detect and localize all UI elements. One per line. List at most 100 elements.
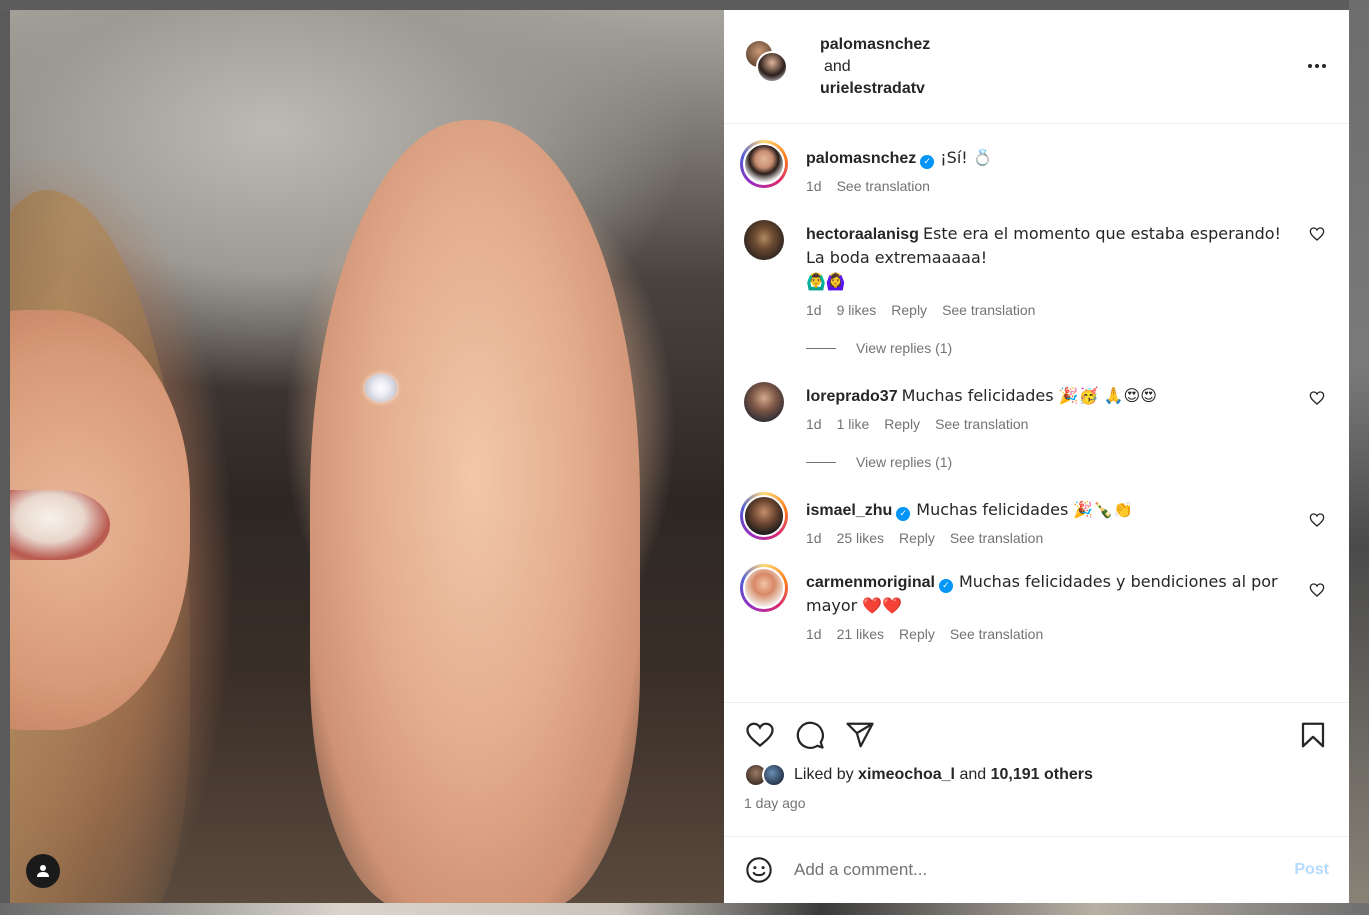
bookmark-icon: [1301, 722, 1325, 748]
photo-hand: [310, 120, 640, 903]
view-replies-label: View replies (1): [856, 454, 953, 470]
caption: palomasnchez ✓ ¡Sí! 💍 1d See translation: [740, 140, 1329, 194]
caption-time[interactable]: 1d: [806, 178, 822, 194]
user-tag-icon: [37, 865, 49, 877]
comment-input[interactable]: [794, 860, 1295, 880]
more-horizontal-icon: [1308, 64, 1312, 68]
caption-text-row: palomasnchez ✓ ¡Sí! 💍: [806, 140, 1289, 170]
comment-body: ismael_zhu ✓ Muchas felicidades 🎉🍾👏 1d 25 …: [806, 492, 1329, 546]
more-dot: [1315, 64, 1319, 68]
comment-username[interactable]: loreprado37: [806, 388, 898, 405]
paper-plane-icon: [846, 722, 874, 748]
avatar[interactable]: [744, 382, 784, 422]
comment-meta: 1d 1 like Reply See translation: [806, 416, 1289, 432]
view-replies-button[interactable]: View replies (1): [806, 454, 1329, 470]
comment-like-heart-icon[interactable]: [1309, 582, 1325, 598]
comment-text: Muchas felicidades 🎉🍾👏: [916, 500, 1134, 519]
comment-like-heart-icon[interactable]: [1309, 390, 1325, 406]
smiley-icon: [746, 857, 772, 883]
reply-button[interactable]: Reply: [899, 626, 935, 642]
collab-avatars[interactable]: [744, 37, 804, 97]
comment-text-row: carmenmoriginal ✓ Muchas felicidades y ben…: [806, 564, 1289, 618]
liked-by-avatars[interactable]: [744, 763, 790, 787]
avatar[interactable]: [740, 492, 788, 540]
comment-item: carmenmoriginal ✓ Muchas felicidades y ben…: [740, 564, 1329, 642]
comment-time[interactable]: 1d: [806, 302, 822, 318]
comment-likes[interactable]: 25 likes: [837, 530, 884, 546]
reply-button[interactable]: Reply: [884, 416, 920, 432]
avatar[interactable]: [756, 50, 788, 83]
reply-button[interactable]: Reply: [891, 302, 927, 318]
see-translation-link[interactable]: See translation: [935, 416, 1028, 432]
comment-emoji: 🙆‍♂️🙆‍♀️: [806, 272, 846, 291]
comment-like-heart-icon[interactable]: [1309, 226, 1325, 242]
comment-text-row: hectoraalanisg Este era el momento que es…: [806, 216, 1289, 294]
comment-like-heart-icon[interactable]: [1309, 512, 1325, 528]
comment-composer: Post: [724, 836, 1349, 903]
liked-by-prefix: Liked by: [794, 766, 854, 783]
comment-meta: 1d 21 likes Reply See translation: [806, 626, 1289, 642]
action-icons-row: [744, 717, 1329, 753]
user-tag-button[interactable]: [26, 854, 60, 888]
verified-badge-icon: ✓: [896, 506, 911, 521]
comment-username[interactable]: hectoraalanisg: [806, 226, 919, 243]
view-replies-label: View replies (1): [856, 340, 953, 356]
post-comment-button[interactable]: Post: [1294, 861, 1329, 879]
comment-likes[interactable]: 21 likes: [837, 626, 884, 642]
comment-time[interactable]: 1d: [806, 626, 822, 642]
see-translation-link[interactable]: See translation: [942, 302, 1035, 318]
comment-meta: 1d 9 likes Reply See translation: [806, 302, 1289, 318]
header-user-link[interactable]: palomasnchez: [820, 34, 930, 56]
view-replies-button[interactable]: View replies (1): [806, 340, 1329, 356]
heart-icon: [746, 722, 774, 748]
see-translation-link[interactable]: See translation: [837, 178, 930, 194]
post-panel: palomasnchez and urielestradatv palomasn…: [724, 10, 1349, 903]
liked-by-middle: and: [959, 766, 987, 783]
comment-username[interactable]: carmenmoriginal: [806, 574, 935, 591]
comment-meta: 1d 25 likes Reply See translation: [806, 530, 1289, 546]
verified-badge-icon: ✓: [920, 154, 935, 169]
comment-time[interactable]: 1d: [806, 416, 822, 432]
see-translation-link[interactable]: See translation: [950, 530, 1043, 546]
like-button[interactable]: [744, 719, 776, 751]
avatar[interactable]: [762, 763, 786, 787]
avatar-image: [743, 567, 785, 609]
post-modal: palomasnchez and urielestradatv palomasn…: [10, 10, 1349, 903]
comment-likes[interactable]: 1 like: [837, 416, 870, 432]
comment-icon: [796, 721, 824, 749]
replies-divider: [806, 347, 836, 349]
share-button[interactable]: [844, 719, 876, 751]
comments-list[interactable]: palomasnchez ✓ ¡Sí! 💍 1d See translation h…: [724, 124, 1349, 702]
avatar-image: [743, 495, 785, 537]
avatar-image: [743, 143, 785, 185]
header-conjunction: and: [824, 57, 851, 75]
collab-names: palomasnchez and urielestradatv: [820, 34, 930, 100]
emoji-picker-button[interactable]: [744, 855, 774, 885]
caption-text: ¡Sí! 💍: [940, 148, 993, 167]
save-button[interactable]: [1297, 719, 1329, 751]
see-translation-link[interactable]: See translation: [950, 626, 1043, 642]
avatar[interactable]: [740, 564, 788, 612]
post-time[interactable]: 1 day ago: [744, 795, 1329, 811]
more-dot: [1322, 64, 1326, 68]
comment-time[interactable]: 1d: [806, 530, 822, 546]
photo-ring: [365, 374, 397, 402]
post-actions: Liked by ximeochoa_l and 10,191 others 1…: [724, 702, 1349, 836]
comment-body: loreprado37 Muchas felicidades 🎉🥳 🙏😍😍 1d …: [806, 378, 1329, 432]
header-user-link[interactable]: urielestradatv: [820, 78, 930, 100]
comment-likes[interactable]: 9 likes: [837, 302, 877, 318]
reply-button[interactable]: Reply: [899, 530, 935, 546]
caption-username[interactable]: palomasnchez: [806, 150, 916, 167]
backdrop-right[interactable]: [1349, 0, 1369, 915]
comment-username[interactable]: ismael_zhu: [806, 502, 892, 519]
liked-by-others-link[interactable]: 10,191 others: [991, 766, 1093, 784]
backdrop[interactable]: [0, 0, 1369, 10]
liked-by-user-link[interactable]: ximeochoa_l: [858, 766, 955, 784]
comment-button[interactable]: [794, 719, 826, 751]
likes-summary: Liked by ximeochoa_l and 10,191 others: [744, 763, 1329, 787]
avatar[interactable]: [744, 220, 784, 260]
backdrop-bottom[interactable]: [0, 903, 1369, 915]
more-options-button[interactable]: [1305, 54, 1329, 78]
avatar[interactable]: [740, 140, 788, 188]
photo-smile: [10, 490, 110, 560]
